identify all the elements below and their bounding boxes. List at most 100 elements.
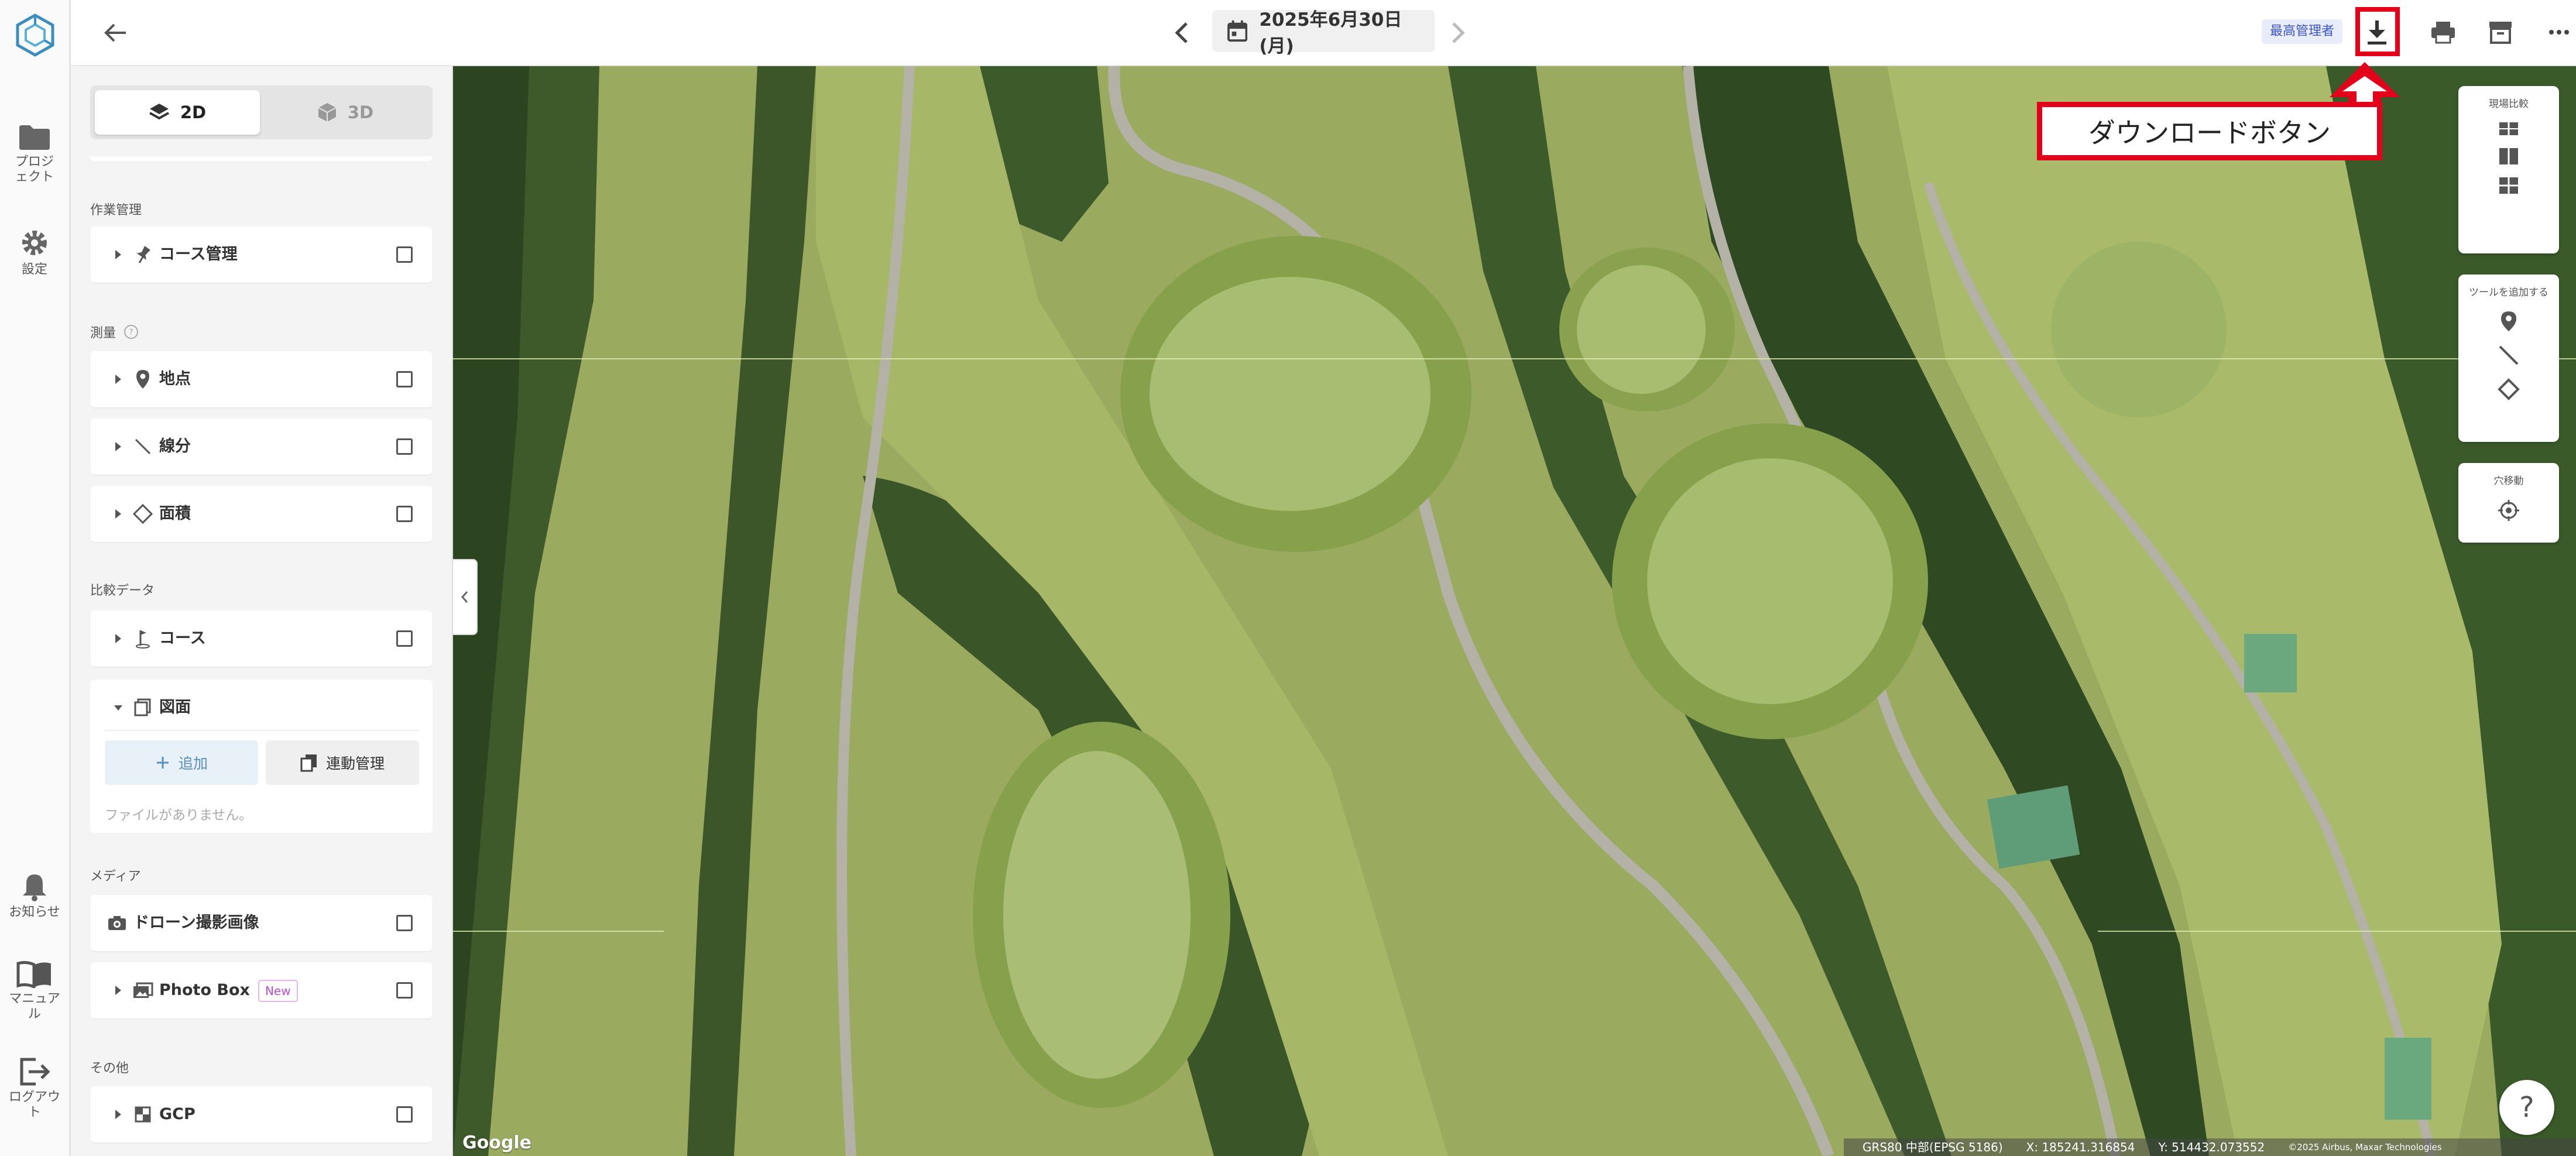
svg-text:?: ? [129, 328, 133, 337]
caret-right-icon [115, 634, 121, 643]
print-button[interactable] [2425, 14, 2461, 50]
hole-move-panel: 穴移動 [2458, 463, 2559, 543]
layer-label: ドローン撮影画像 [133, 914, 259, 932]
download-highlight-box [2355, 7, 2400, 56]
layer-drone-images[interactable]: ドローン撮影画像 [90, 895, 433, 951]
photos-icon [133, 982, 153, 998]
app-logo-icon[interactable] [13, 13, 57, 57]
collapse-panel-button[interactable] [453, 559, 478, 635]
plus-icon [156, 757, 169, 769]
layer-checkbox[interactable] [396, 506, 413, 522]
layer-course-mgmt[interactable]: コース管理 [90, 227, 433, 283]
layer-checkbox[interactable] [396, 438, 413, 455]
add-tools-panel: ツールを追加する [2458, 275, 2559, 442]
rail-label-logout: ログアウト [8, 1090, 60, 1120]
y-coordinate: Y: 514432.073552 [2158, 1140, 2265, 1154]
bell-icon [23, 874, 46, 901]
new-badge: New [258, 979, 298, 1002]
pin-icon [136, 246, 150, 263]
compare-single-button[interactable] [2458, 122, 2559, 136]
section-survey: 測量 ? [90, 323, 139, 341]
layer-photobox[interactable]: Photo Box New [90, 962, 433, 1018]
nav-rail: プロジェクト 設定 お知らせ マニュアル ログアウト [0, 0, 71, 1156]
empty-files-note: ファイルがありません。 [105, 808, 253, 823]
caret-right-icon [115, 986, 121, 995]
archive-icon [2489, 22, 2512, 44]
gcp-marker-icon [135, 1106, 151, 1123]
caret-down-icon[interactable] [110, 699, 126, 716]
next-date-icon[interactable] [1440, 16, 1473, 49]
layer-point[interactable]: 地点 [90, 351, 433, 407]
line-segment-icon [2499, 345, 2519, 365]
mode-2d-button[interactable]: 2D [95, 90, 260, 135]
role-badge: 最高管理者 [2262, 19, 2343, 44]
layer-checkbox[interactable] [396, 1106, 413, 1123]
compare-quad-button[interactable] [2458, 177, 2559, 194]
date-selector[interactable]: 2025年6月30日 (月) [1212, 9, 1435, 57]
map-attribution: ©2025 Airbus, Maxar Technologies [2288, 1142, 2442, 1152]
print-icon [2431, 22, 2455, 44]
layer-gcp[interactable]: GCP [90, 1086, 433, 1143]
link-manage-button[interactable]: 連動管理 [266, 740, 419, 785]
aerial-golf-course-image [453, 66, 2576, 1156]
back-arrow-icon[interactable] [99, 16, 132, 49]
copy-files-icon [300, 754, 317, 772]
more-horizontal-icon [2549, 30, 2569, 35]
view-mode-toggle: 2D 3D [90, 85, 433, 139]
compare-split-button[interactable] [2458, 147, 2559, 165]
add-line-tool[interactable] [2458, 344, 2559, 366]
add-drawing-label: 追加 [178, 755, 208, 772]
rail-label-notifications: お知らせ [9, 905, 60, 920]
panel-divider [90, 156, 433, 161]
compare-tools-panel: 現場比較 [2458, 86, 2559, 253]
mode-3d-button[interactable]: 3D [263, 90, 428, 135]
rail-item-project[interactable]: プロジェクト [0, 124, 69, 185]
map-pin-icon [136, 370, 149, 389]
rail-item-notifications[interactable]: お知らせ [0, 872, 69, 920]
polygon-area-icon [132, 503, 153, 524]
help-button[interactable]: ? [2499, 1080, 2554, 1135]
section-work: 作業管理 [90, 203, 142, 218]
archive-button[interactable] [2482, 14, 2519, 50]
layer-checkbox[interactable] [396, 630, 413, 647]
section-survey-label: 測量 [90, 326, 116, 341]
hole-move-button[interactable] [2458, 499, 2559, 522]
layer-course[interactable]: コース [90, 610, 433, 667]
crs-label: GRS80 中部(EPSG 5186) [1862, 1140, 2003, 1154]
layer-area[interactable]: 面積 [90, 486, 433, 542]
link-manage-label: 連動管理 [325, 755, 385, 772]
document-icon [134, 698, 151, 716]
drawing-divider [105, 730, 419, 731]
layer-checkbox[interactable] [396, 246, 413, 263]
caret-right-icon [115, 1110, 121, 1119]
hole-move-title: 穴移動 [2493, 475, 2524, 487]
folder-icon [19, 125, 50, 150]
add-area-tool[interactable] [2458, 378, 2559, 400]
add-point-tool[interactable] [2458, 310, 2559, 332]
layer-checkbox[interactable] [396, 982, 413, 999]
date-label: 2025年6月30日 (月) [1259, 9, 1402, 57]
top-bar: 2025年6月30日 (月) 最高管理者 [71, 0, 2576, 66]
layer-checkbox[interactable] [396, 915, 413, 931]
coordinate-status-bar: GRS80 中部(EPSG 5186) X: 185241.316854 Y: … [1844, 1138, 2576, 1156]
split-horizontal-icon [2499, 122, 2518, 135]
x-coordinate: X: 185241.316854 [2026, 1140, 2135, 1154]
more-menu-button[interactable] [2541, 14, 2576, 50]
crosshair-icon [2498, 500, 2519, 521]
layer-checkbox[interactable] [396, 371, 413, 387]
grid-four-icon [2499, 177, 2518, 194]
rail-item-manual[interactable]: マニュアル [0, 960, 69, 1022]
map-view[interactable]: 現場比較 ツールを追加する 穴移動 ? Google GRS80 中部(EPSG… [453, 66, 2576, 1156]
rail-item-logout[interactable]: ログアウト [0, 1057, 69, 1120]
add-tools-title: ツールを追加する [2469, 287, 2548, 299]
mode-3d-label: 3D [347, 102, 374, 122]
map-pin-icon [2501, 311, 2516, 331]
calendar-icon [1227, 20, 1248, 42]
layer-line[interactable]: 線分 [90, 419, 433, 475]
caret-right-icon [115, 250, 121, 259]
prev-date-icon[interactable] [1167, 16, 1199, 49]
rail-label-settings: 設定 [21, 262, 47, 277]
add-drawing-button[interactable]: 追加 [105, 740, 258, 785]
rail-item-settings[interactable]: 設定 [0, 227, 69, 277]
help-circle-icon[interactable]: ? [123, 324, 139, 340]
